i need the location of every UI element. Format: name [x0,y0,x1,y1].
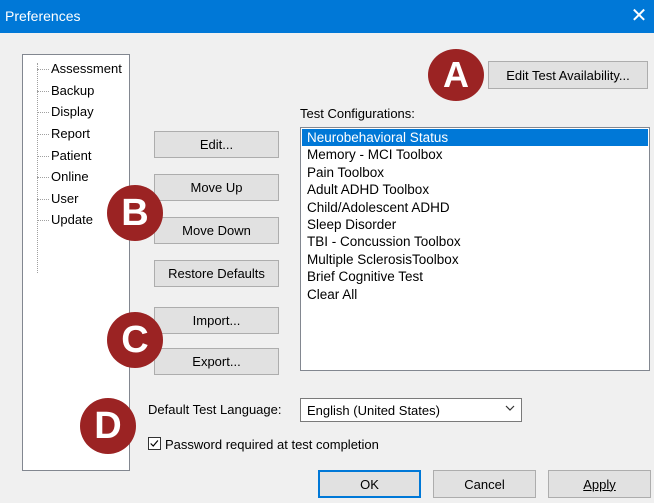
test-configurations-list[interactable]: Neurobehavioral Status Memory - MCI Tool… [300,127,650,371]
close-icon[interactable]: ✕ [628,5,650,27]
password-required-label: Password required at test completion [165,437,379,452]
badge-d: D [80,398,136,454]
export-button[interactable]: Export... [154,348,279,375]
tree-connector-line [37,63,38,273]
tree-connector [37,156,49,157]
list-item[interactable]: Multiple SclerosisToolbox [302,251,648,268]
list-item[interactable]: Memory - MCI Toolbox [302,146,648,163]
badge-b: B [107,185,163,241]
tree-item-label: Backup [51,83,95,98]
badge-c: C [107,312,163,368]
list-item[interactable]: Pain Toolbox [302,164,648,181]
tree-connector [37,220,49,221]
check-icon [150,440,159,447]
tree-item-label: Assessment [51,61,122,76]
list-item[interactable]: Sleep Disorder [302,216,648,233]
test-configurations-label: Test Configurations: [300,106,415,121]
list-item[interactable]: Brief Cognitive Test [302,268,648,285]
tree-connector [37,112,49,113]
ok-button[interactable]: OK [318,470,421,498]
edit-test-availability-button[interactable]: Edit Test Availability... [488,61,648,89]
apply-button[interactable]: Apply [548,470,651,498]
list-item[interactable]: Adult ADHD Toolbox [302,181,648,198]
tree-item-label: Update [51,212,93,227]
tree-connector [37,199,49,200]
badge-a: A [428,49,484,101]
window-title: Preferences [5,8,81,24]
tree-connector [37,69,49,70]
tree-item-label: User [51,191,79,206]
edit-button[interactable]: Edit... [154,131,279,158]
cancel-button[interactable]: Cancel [433,470,536,498]
tree-item-label: Display [51,104,94,119]
tree-connector [37,177,49,178]
tree-connector [37,134,49,135]
import-button[interactable]: Import... [154,307,279,334]
list-item[interactable]: TBI - Concussion Toolbox [302,233,648,250]
move-down-button[interactable]: Move Down [154,217,279,244]
list-item[interactable]: Neurobehavioral Status [302,129,648,147]
restore-defaults-button[interactable]: Restore Defaults [154,260,279,287]
title-bar: Preferences ✕ [0,0,654,33]
tree-item-label: Report [51,126,91,141]
list-item[interactable]: Clear All [302,286,648,303]
tree-connector [37,91,49,92]
list-item[interactable]: Child/Adolescent ADHD [302,199,648,216]
default-language-value: English (United States) [307,403,440,418]
tree-item-label: Patient [51,148,92,163]
default-language-label: Default Test Language: [148,402,282,417]
password-required-checkbox[interactable] [148,437,161,450]
move-up-button[interactable]: Move Up [154,174,279,201]
default-language-select[interactable]: English (United States) [300,398,522,422]
chevron-down-icon [505,405,515,411]
tree-item-label: Online [51,169,89,184]
